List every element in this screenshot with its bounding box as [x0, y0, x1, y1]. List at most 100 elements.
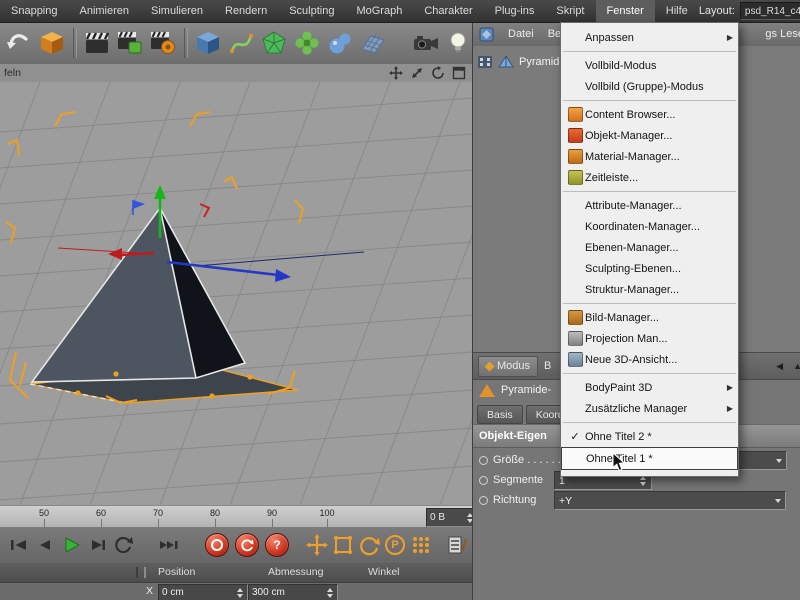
scale-key-icon[interactable]: [330, 532, 356, 558]
menu-item-anpassen[interactable]: Anpassen ▶: [561, 27, 738, 48]
menu-animieren[interactable]: Animieren: [69, 0, 141, 22]
menu-item-objekt-manager[interactable]: Objekt-Manager...: [561, 125, 738, 146]
menu-item-material-manager[interactable]: Material-Manager...: [561, 146, 738, 167]
menu-fenster[interactable]: Fenster: [596, 0, 655, 22]
menu-item-bild-manager[interactable]: Bild-Manager...: [561, 307, 738, 328]
property-bullet-icon[interactable]: [479, 476, 488, 485]
menu-item-koordinaten-manager[interactable]: Koordinaten-Manager...: [561, 216, 738, 237]
zoom-icon[interactable]: [410, 66, 424, 80]
menu-snapping[interactable]: Snapping: [0, 0, 69, 22]
metaball-icon[interactable]: [323, 27, 356, 60]
viewport-canvas[interactable]: [0, 82, 472, 505]
menu-plugins[interactable]: Plug-ins: [484, 0, 546, 22]
position-x-stepper[interactable]: [237, 588, 244, 598]
cube-blue-icon[interactable]: [192, 27, 225, 60]
menu-item-ebenen-manager[interactable]: Ebenen-Manager...: [561, 237, 738, 258]
light-icon[interactable]: [442, 27, 475, 60]
cube-orange-icon[interactable]: [36, 27, 69, 60]
menu-item-sculpting-ebenen[interactable]: Sculpting-Ebenen...: [561, 258, 738, 279]
menu-hilfe[interactable]: Hilfe: [655, 0, 699, 22]
menu-item-bodypaint-3d[interactable]: BodyPaint 3D ▶: [561, 377, 738, 398]
pan-icon[interactable]: [389, 66, 403, 80]
position-x-field[interactable]: 0 cm: [158, 584, 248, 600]
toolbar-separator: [184, 28, 188, 58]
menu-skript[interactable]: Skript: [545, 0, 595, 22]
object-row-pyramide[interactable]: Pyramid: [477, 54, 559, 70]
menu-simulieren[interactable]: Simulieren: [140, 0, 214, 22]
history-back-icon[interactable]: ◀: [776, 361, 783, 372]
prev-frame-button[interactable]: [32, 532, 58, 558]
rotate-icon[interactable]: [431, 66, 445, 80]
property-bullet-icon[interactable]: [479, 496, 488, 505]
menu-item-ohne-titel-1[interactable]: Ohne Titel 1 *: [561, 447, 738, 470]
om-menu-datei[interactable]: Datei: [508, 28, 534, 40]
play-button[interactable]: [58, 532, 84, 558]
am-up-icon[interactable]: ▲: [793, 361, 800, 372]
undo-icon[interactable]: [3, 27, 36, 60]
menu-item-vollbild-gruppe-modus[interactable]: Vollbild (Gruppe)-Modus: [561, 76, 738, 97]
timeline-ruler[interactable]: 50 60 70 80 90 100 0 B: [0, 505, 472, 529]
material-manager-icon: [565, 149, 585, 164]
menu-item-zusaetzliche-manager[interactable]: Zusätzliche Manager ▶: [561, 398, 738, 419]
clapperboard-green-icon[interactable]: [114, 27, 147, 60]
layout-select[interactable]: psd_R14_c4d: [740, 2, 800, 20]
plane-icon[interactable]: [356, 27, 389, 60]
layout-switcher: Layout: psd_R14_c4d: [699, 2, 800, 20]
record-rotation-button[interactable]: [235, 533, 259, 557]
menu-item-vollbild-modus[interactable]: Vollbild-Modus: [561, 55, 738, 76]
camera-icon[interactable]: [409, 27, 442, 60]
om-menu-right-fragment[interactable]: gs Lese:: [765, 28, 800, 40]
neue-3d-ansicht-icon: [565, 352, 585, 367]
maximize-icon[interactable]: [452, 66, 466, 80]
submenu-arrow-icon: ▶: [723, 383, 733, 392]
content-browser-icon: [565, 107, 585, 122]
timeline-edit-icon[interactable]: [444, 532, 470, 558]
menu-item-struktur-manager[interactable]: Struktur-Manager...: [561, 279, 738, 300]
menu-mograph[interactable]: MoGraph: [345, 0, 413, 22]
property-label-groesse: Größe . . . . . .: [493, 454, 561, 466]
property-bullet-icon[interactable]: [479, 456, 488, 465]
menu-item-content-browser[interactable]: Content Browser...: [561, 104, 738, 125]
tab-basis[interactable]: Basis: [477, 405, 523, 424]
menu-item-zeitleiste[interactable]: Zeitleiste...: [561, 167, 738, 188]
next-frame-button[interactable]: [84, 532, 110, 558]
goto-end-button[interactable]: [156, 532, 182, 558]
mode-tab[interactable]: Modus: [478, 356, 538, 377]
goto-start-button[interactable]: [6, 532, 32, 558]
parameter-key-icon[interactable]: P: [382, 532, 408, 558]
panel-grip-icon[interactable]: [136, 567, 146, 578]
mograph-icon[interactable]: [290, 27, 323, 60]
pla-key-icon[interactable]: [408, 532, 434, 558]
platonic-icon[interactable]: [257, 27, 290, 60]
move-key-icon[interactable]: [304, 532, 330, 558]
menu-item-ohne-titel-2[interactable]: ✓ Ohne Titel 2 *: [561, 426, 738, 447]
loop-button[interactable]: [110, 532, 136, 558]
menu-sculpting[interactable]: Sculpting: [278, 0, 345, 22]
current-frame-field[interactable]: 0 B: [426, 508, 478, 527]
size-x-field[interactable]: 300 cm: [248, 584, 338, 600]
viewport-grid: [0, 82, 472, 505]
segmente-stepper[interactable]: [640, 476, 647, 486]
spline-icon[interactable]: [225, 27, 258, 60]
record-keyframe-button[interactable]: [205, 533, 229, 557]
zeitleiste-icon: [565, 170, 585, 185]
keyframe-ring-icon: [211, 539, 223, 551]
menu-item-projection-man[interactable]: Projection Man...: [561, 328, 738, 349]
size-x-stepper[interactable]: [327, 588, 334, 598]
menu-item-attribute-manager[interactable]: Attribute-Manager...: [561, 195, 738, 216]
question-icon: ?: [273, 538, 280, 552]
menu-charakter[interactable]: Charakter: [413, 0, 483, 22]
frame-value: 0 B: [430, 512, 445, 523]
menu-separator: [563, 51, 736, 52]
property-row-richtung: Richtung +Y: [473, 490, 800, 510]
rotate-key-icon[interactable]: [356, 532, 382, 558]
richtung-dropdown[interactable]: +Y: [554, 491, 786, 510]
autokey-help-button[interactable]: ?: [265, 533, 289, 557]
menu-separator: [563, 373, 736, 374]
menu-item-neue-3d-ansicht[interactable]: Neue 3D-Ansicht...: [561, 349, 738, 370]
mode-partial-label: B: [544, 360, 551, 372]
render-settings-icon[interactable]: [147, 27, 180, 60]
clapperboard-icon[interactable]: [81, 27, 114, 60]
mode-tab-label: Modus: [497, 360, 530, 372]
menu-rendern[interactable]: Rendern: [214, 0, 278, 22]
